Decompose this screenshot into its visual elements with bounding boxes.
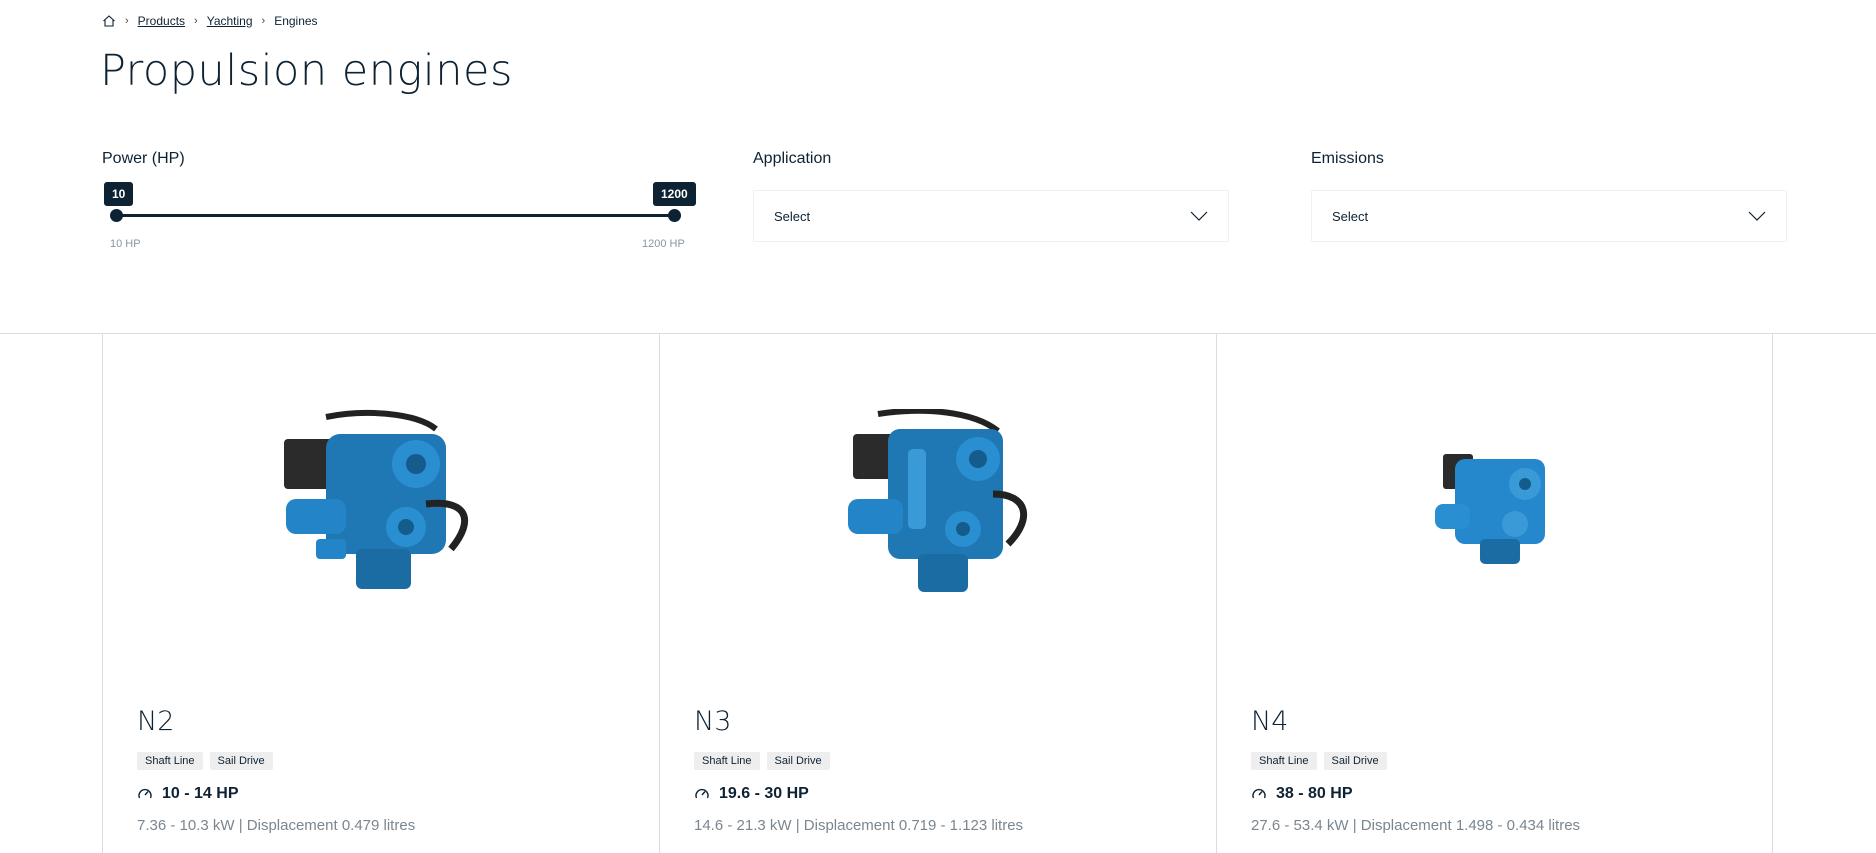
product-power: 19.6 - 30 HP	[694, 785, 809, 803]
tag-sail-drive: Sail Drive	[766, 752, 830, 770]
engine-image[interactable]	[103, 334, 659, 674]
power-filter-label: Power (HP)	[102, 150, 185, 167]
breadcrumb-products-link[interactable]: Products	[138, 14, 185, 28]
product-name[interactable]: N2	[137, 706, 174, 737]
chevron-right-icon: ›	[125, 15, 129, 27]
page: › Products › Yachting › Engines Propulsi…	[0, 0, 1876, 853]
slider-min-value: 10	[104, 182, 134, 206]
slider-min-label: 10 HP	[110, 238, 141, 250]
product-tags: Shaft Line Sail Drive	[694, 752, 830, 770]
product-specs: 27.6 - 53.4 kW | Displacement 1.498 - 0.…	[1251, 817, 1581, 834]
application-select-value: Select	[774, 208, 811, 224]
product-name[interactable]: N4	[1251, 706, 1288, 737]
gauge-icon	[694, 786, 710, 802]
application-filter-label: Application	[753, 150, 832, 167]
engine-image[interactable]	[1217, 334, 1772, 674]
slider-max-value: 1200	[653, 182, 696, 206]
chevron-down-icon	[1190, 211, 1208, 221]
product-power-value: 38 - 80 HP	[1276, 785, 1353, 802]
product-specs: 14.6 - 21.3 kW | Displacement 0.719 - 1.…	[694, 817, 1024, 834]
emissions-filter-label: Emissions	[1311, 150, 1384, 167]
application-select[interactable]: Select	[753, 190, 1229, 242]
product-specs: 7.36 - 10.3 kW | Displacement 0.479 litr…	[137, 817, 416, 834]
tag-shaft-line: Shaft Line	[694, 752, 760, 770]
product-tags: Shaft Line Sail Drive	[1251, 752, 1387, 770]
slider-max-handle[interactable]	[668, 209, 681, 222]
tag-sail-drive: Sail Drive	[209, 752, 273, 770]
slider-max-label: 1200 HP	[642, 238, 685, 250]
breadcrumb: › Products › Yachting › Engines	[102, 14, 318, 28]
product-grid: N2 Shaft Line Sail Drive 10 - 14 HP 7.36…	[102, 334, 1774, 853]
engine-image[interactable]	[660, 334, 1216, 674]
power-range-slider[interactable]: 10 1200 10 HP 1200 HP	[100, 180, 696, 260]
emissions-select[interactable]: Select	[1311, 190, 1787, 242]
page-title: Propulsion engines	[100, 46, 513, 96]
chevron-down-icon	[1748, 211, 1766, 221]
product-card-n3[interactable]: N3 Shaft Line Sail Drive 19.6 - 30 HP 14…	[659, 334, 1216, 853]
tag-shaft-line: Shaft Line	[137, 752, 203, 770]
product-power-value: 10 - 14 HP	[162, 785, 239, 802]
gauge-icon	[1251, 786, 1267, 802]
product-card-n4[interactable]: N4 Shaft Line Sail Drive 38 - 80 HP 27.6…	[1216, 334, 1773, 853]
product-power: 10 - 14 HP	[137, 785, 238, 803]
tag-shaft-line: Shaft Line	[1251, 752, 1317, 770]
breadcrumb-yachting-link[interactable]: Yachting	[207, 14, 253, 28]
gauge-icon	[137, 786, 153, 802]
slider-min-handle[interactable]	[110, 209, 123, 222]
product-name[interactable]: N3	[694, 706, 731, 737]
slider-track[interactable]	[116, 214, 674, 217]
tag-sail-drive: Sail Drive	[1323, 752, 1387, 770]
home-icon[interactable]	[102, 14, 116, 28]
emissions-select-value: Select	[1332, 208, 1369, 224]
product-power: 38 - 80 HP	[1251, 785, 1352, 803]
chevron-right-icon: ›	[261, 15, 266, 27]
product-power-value: 19.6 - 30 HP	[719, 785, 809, 802]
product-tags: Shaft Line Sail Drive	[137, 752, 273, 770]
chevron-right-icon: ›	[194, 15, 198, 27]
product-card-n2[interactable]: N2 Shaft Line Sail Drive 10 - 14 HP 7.36…	[102, 334, 659, 853]
breadcrumb-current: Engines	[274, 14, 318, 28]
